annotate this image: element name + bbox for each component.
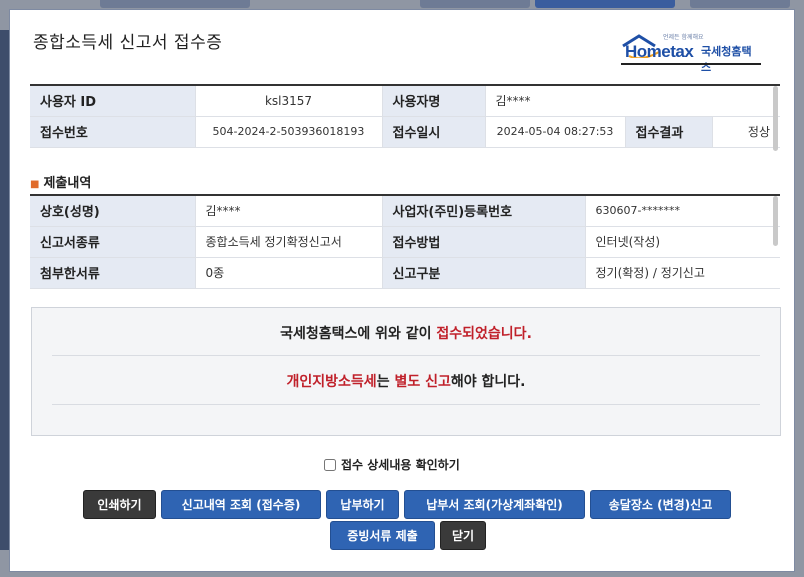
user-name-value: 김**** <box>485 84 780 117</box>
bullet-icon: ■ <box>30 179 40 190</box>
detail-checkbox[interactable] <box>324 458 336 471</box>
background-tab <box>100 0 250 8</box>
background-tab <box>690 0 790 8</box>
method-value: 인터넷(작성) <box>585 226 780 258</box>
table-row: 신고서종류 종합소득세 정기확정신고서 접수방법 인터넷(작성) <box>30 226 780 258</box>
user-id-value: ksl3157 <box>195 84 383 117</box>
trade-name-value: 김**** <box>195 194 383 227</box>
receipt-info-table: 사용자 ID ksl3157 사용자명 김**** 접수번호 504-2024-… <box>30 84 780 148</box>
category-value: 정기(확정) / 정기신고 <box>585 257 780 289</box>
table-row: 접수번호 504-2024-2-503936018193 접수일시 2024-0… <box>30 116 780 148</box>
close-button[interactable]: 닫기 <box>440 521 486 550</box>
reg-no-label: 사업자(주민)등록번호 <box>382 194 586 227</box>
notice-received-text: 국세청홈택스에 위와 같이 <box>280 326 437 342</box>
detail-check-label: 접수 상세내용 확인하기 <box>341 458 460 472</box>
notice-divider <box>52 404 760 405</box>
reg-no-value: 630607-******* <box>585 194 780 227</box>
table-row: 사용자 ID ksl3157 사용자명 김**** <box>30 84 780 117</box>
notice-divider <box>52 355 760 356</box>
delivery-button[interactable]: 송달장소 (변경)신고 <box>590 490 731 519</box>
receipt-no-label: 접수번호 <box>30 116 196 148</box>
logo-tagline: 언제든 함께해요 <box>663 34 704 41</box>
history-button[interactable]: 신고내역 조회 (접수증) <box>161 490 321 519</box>
local-tax-mid: 는 <box>376 374 395 390</box>
notice-box: 국세청홈택스에 위와 같이 접수되었습니다. 개인지방소득세는 별도 신고해야 … <box>31 307 781 436</box>
table-row: 상호(성명) 김**** 사업자(주민)등록번호 630607-******* <box>30 194 780 227</box>
user-id-label: 사용자 ID <box>30 84 196 117</box>
receipt-result-label: 접수결과 <box>625 116 713 148</box>
receipt-no-value: 504-2024-2-503936018193 <box>195 116 383 148</box>
local-tax-highlight: 개인지방소득세 <box>286 374 377 390</box>
local-tax-tail: 해야 합니다. <box>450 374 526 390</box>
user-name-label: 사용자명 <box>382 84 486 117</box>
method-label: 접수방법 <box>382 226 586 258</box>
title-underline <box>621 63 761 65</box>
submission-scrollbar[interactable] <box>773 196 778 246</box>
hometax-logo: 언제든 함께해요 Hometax 국세청홈택스 <box>621 32 761 74</box>
attach-value: 0종 <box>195 257 383 289</box>
table-row: 첨부한서류 0종 신고구분 정기(확정) / 정기신고 <box>30 257 780 289</box>
notice-received: 국세청홈택스에 위와 같이 접수되었습니다. <box>32 323 780 343</box>
trade-name-label: 상호(성명) <box>30 194 196 227</box>
print-button[interactable]: 인쇄하기 <box>83 490 156 519</box>
detail-check-row[interactable]: 접수 상세내용 확인하기 <box>324 456 460 473</box>
background-tab <box>535 0 675 8</box>
category-label: 신고구분 <box>382 257 586 289</box>
notice-local-tax: 개인지방소득세는 별도 신고해야 합니다. <box>32 371 780 391</box>
attach-label: 첨부한서류 <box>30 257 196 289</box>
submission-table: 상호(성명) 김**** 사업자(주민)등록번호 630607-******* … <box>30 194 780 289</box>
logo-brand: Hometax <box>625 42 694 61</box>
submission-heading-text: 제출내역 <box>43 176 92 191</box>
receipt-datetime-value: 2024-05-04 08:27:53 <box>485 116 626 148</box>
submission-heading: ■ 제출내역 <box>30 172 91 191</box>
receipt-result-value: 정상 <box>712 116 780 148</box>
background-tab <box>420 0 530 8</box>
evidence-button[interactable]: 증빙서류 제출 <box>330 521 435 550</box>
report-type-value: 종합소득세 정기확정신고서 <box>195 226 383 258</box>
pay-button[interactable]: 납부하기 <box>326 490 399 519</box>
separate-report-highlight: 별도 신고 <box>394 374 451 390</box>
top-scrollbar[interactable] <box>773 86 778 151</box>
receipt-datetime-label: 접수일시 <box>382 116 486 148</box>
receipt-dialog: 종합소득세 신고서 접수증 언제든 함께해요 Hometax 국세청홈택스 사용… <box>9 9 795 572</box>
bill-button[interactable]: 납부서 조회(가상계좌확인) <box>404 490 585 519</box>
logo-korean: 국세청홈택스 <box>701 45 752 74</box>
notice-received-highlight: 접수되었습니다. <box>436 326 532 342</box>
report-type-label: 신고서종류 <box>30 226 196 258</box>
dialog-title: 종합소득세 신고서 접수증 <box>33 33 223 53</box>
